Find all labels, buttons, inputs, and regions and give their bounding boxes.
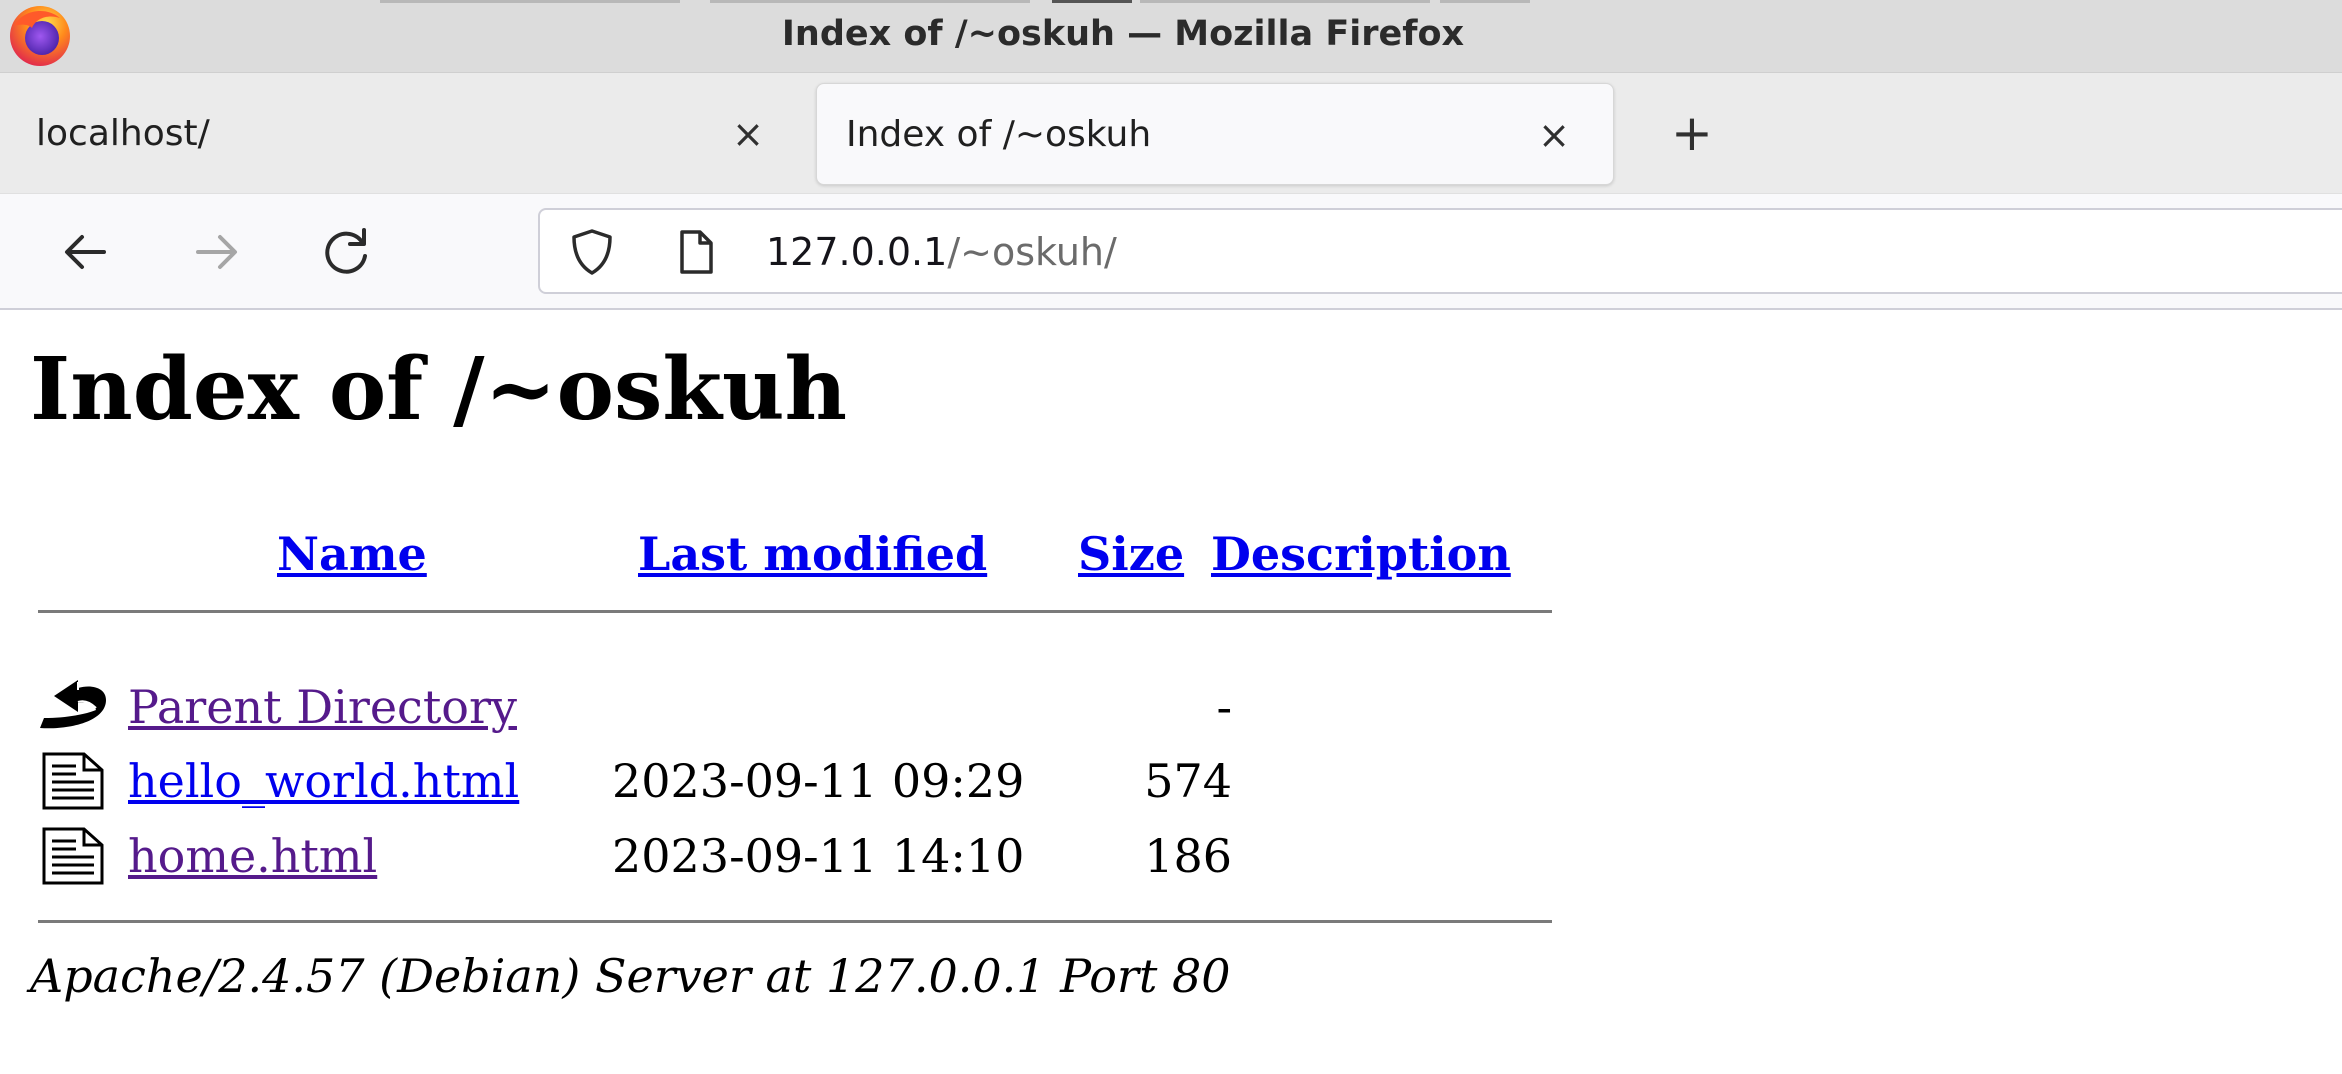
column-header-name[interactable]: Name [277, 524, 427, 584]
back-arrow-icon [40, 680, 106, 729]
tab-label: localhost/ [36, 113, 210, 154]
navigation-toolbar: 127.0.0.1/~oskuh/ [0, 193, 2342, 310]
tab-localhost[interactable]: localhost/ × [4, 83, 804, 185]
text-file-icon [42, 827, 104, 885]
tab-index-of-oskuh[interactable]: Index of /~oskuh × [816, 83, 1614, 185]
reload-button[interactable] [306, 212, 386, 292]
file-size: 186 [1144, 829, 1232, 883]
close-tab-icon[interactable]: × [728, 83, 768, 185]
close-tab-icon[interactable]: × [1534, 84, 1574, 186]
table-row: Parent Directory - [38, 672, 1558, 742]
column-header-last-modified[interactable]: Last modified [638, 524, 987, 584]
parent-directory-link[interactable]: Parent Directory [128, 672, 517, 742]
file-size: - [1216, 680, 1232, 734]
arrow-right-icon [196, 235, 237, 269]
last-modified: 2023-09-11 09:29 [612, 754, 1025, 808]
new-tab-button[interactable]: + [1662, 83, 1722, 185]
server-signature: Apache/2.4.57 (Debian) Server at 127.0.0… [30, 949, 1231, 1003]
shield-icon[interactable] [566, 226, 618, 278]
url-path: /~oskuh/ [947, 230, 1117, 274]
file-size: 574 [1144, 754, 1232, 808]
arrow-left-icon [65, 235, 106, 269]
window-titlebar: Index of /~oskuh — Mozilla Firefox [0, 0, 2342, 73]
table-row: home.html 2023-09-11 14:10 186 [38, 821, 1558, 891]
back-button[interactable] [46, 212, 126, 292]
url-bar[interactable]: 127.0.0.1/~oskuh/ [538, 208, 2342, 294]
window-title: Index of /~oskuh — Mozilla Firefox [781, 14, 1465, 54]
footer-divider [38, 920, 1552, 923]
page-title: Index of /~oskuh [30, 339, 847, 440]
url-host: 127.0.0.1 [766, 230, 948, 274]
text-file-icon [42, 752, 104, 810]
file-link[interactable]: home.html [128, 821, 377, 891]
last-modified: 2023-09-11 14:10 [612, 829, 1025, 883]
header-divider [38, 610, 1552, 613]
page-content: Index of /~oskuh Name Last modified Size… [0, 310, 2342, 1074]
reload-icon [325, 228, 367, 274]
page-info-icon[interactable] [670, 226, 722, 278]
tab-strip: localhost/ × Index of /~oskuh × + [0, 73, 2342, 193]
tab-label: Index of /~oskuh [846, 114, 1152, 155]
file-link[interactable]: hello_world.html [128, 746, 519, 816]
table-row: hello_world.html 2023-09-11 09:29 574 [38, 746, 1558, 816]
column-header-size[interactable]: Size [1078, 524, 1184, 584]
url-text[interactable]: 127.0.0.1/~oskuh/ [766, 210, 1117, 294]
forward-button[interactable] [176, 212, 256, 292]
column-header-description[interactable]: Description [1211, 524, 1511, 584]
